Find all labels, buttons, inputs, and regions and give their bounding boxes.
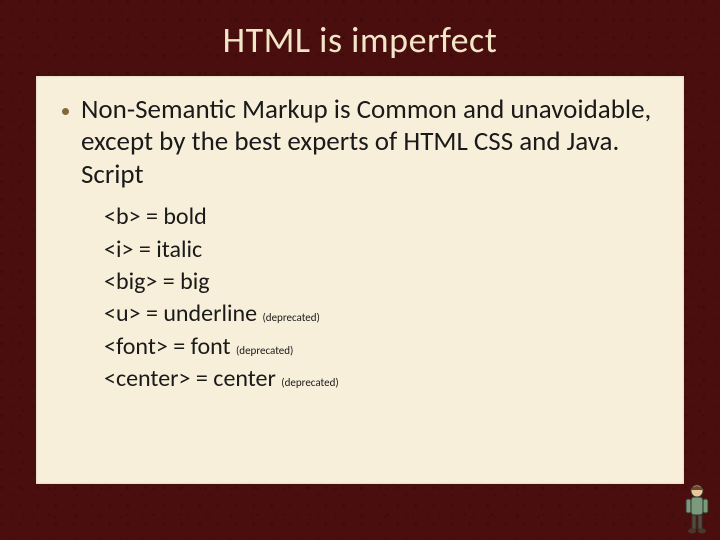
tag-text: <big> — [104, 267, 157, 296]
tag-text: <b> — [104, 202, 141, 231]
bullet-text: Non-Semantic Markup is Common and unavoi… — [81, 94, 658, 191]
list-item: <i> = italic — [104, 234, 658, 266]
list-item: <u> = underline (deprecated) — [104, 298, 658, 330]
list-item: <font> = font (deprecated) — [104, 331, 658, 363]
list-item: <big> = big — [104, 266, 658, 298]
deprecated-note: (deprecated) — [236, 344, 293, 357]
list-item: <center> = center (deprecated) — [104, 363, 658, 395]
slide-title: HTML is imperfect — [0, 0, 720, 76]
tag-label: = font — [168, 332, 236, 361]
content-box: Non-Semantic Markup is Common and unavoi… — [36, 76, 684, 484]
list-item: <b> = bold — [104, 201, 658, 233]
tag-text: <font> — [104, 332, 168, 361]
slide: HTML is imperfect Non-Semantic Markup is… — [0, 0, 720, 540]
tag-label: = underline — [141, 299, 263, 328]
deprecated-note: (deprecated) — [281, 376, 338, 389]
person-icon — [680, 482, 714, 534]
sub-list: <b> = bold <i> = italic <big> = big <u> … — [104, 201, 658, 395]
tag-label: = big — [157, 267, 209, 296]
tag-text: <u> — [104, 299, 141, 328]
tag-text: <i> — [104, 235, 133, 264]
tag-label: = center — [190, 364, 281, 393]
tag-label: = bold — [141, 202, 207, 231]
deprecated-note: (deprecated) — [262, 311, 319, 324]
tag-text: <center> — [104, 364, 190, 393]
tag-label: = italic — [133, 235, 202, 264]
bullet-row: Non-Semantic Markup is Common and unavoi… — [62, 94, 658, 191]
bullet-icon — [62, 108, 69, 115]
